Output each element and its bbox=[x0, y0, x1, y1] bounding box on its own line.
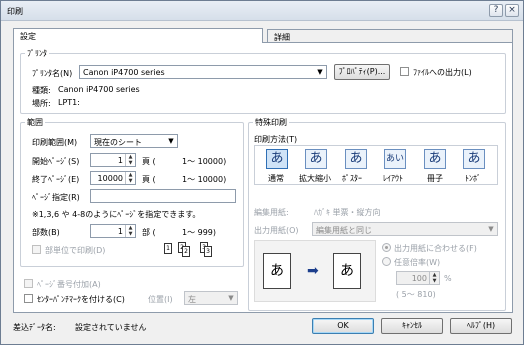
chevron-down-icon: ▼ bbox=[168, 137, 174, 145]
merge-data-value: 設定されていません bbox=[75, 323, 147, 332]
print-method-label: 印刷方法(T) bbox=[254, 135, 298, 144]
edit-paper-label: 編集用紙: bbox=[254, 208, 289, 217]
scale-value: 100 bbox=[411, 274, 427, 283]
end-page-stepper[interactable]: 10000 ▲ ▼ bbox=[90, 171, 136, 185]
mode-scale-label: 拡大縮小 bbox=[299, 174, 331, 183]
fit-paper-label: 出力用紙に合わせる(F) bbox=[394, 244, 477, 253]
printer-name-label: ﾌﾟﾘﾝﾀ名(N) bbox=[32, 69, 73, 78]
center-punch-checkbox[interactable] bbox=[24, 294, 33, 303]
title-bar: 印刷 ? × bbox=[1, 1, 523, 21]
print-range-select[interactable]: 現在のシート ▼ bbox=[90, 134, 178, 148]
page-spec-label: ﾍﾟｰｼﾞ指定(R) bbox=[32, 193, 80, 202]
printer-location-label: 場所: bbox=[32, 99, 51, 108]
print-dialog: 印刷 ? × 設定 詳細 ﾌﾟﾘﾝﾀ ﾌﾟﾘﾝﾀ名(N) Canon iP470… bbox=[0, 0, 524, 345]
start-page-value: 1 bbox=[117, 156, 123, 165]
preview-source-page: あ bbox=[263, 253, 291, 289]
file-output-checkbox[interactable] bbox=[400, 67, 409, 76]
end-page-unit: 頁 ( bbox=[142, 175, 156, 184]
help-icon[interactable]: ? bbox=[489, 4, 503, 17]
print-range-value: 現在のシート bbox=[94, 138, 142, 147]
start-page-unit: 頁 ( bbox=[142, 157, 156, 166]
spin-arrows-icon[interactable]: ▲ ▼ bbox=[125, 154, 135, 166]
start-page-stepper[interactable]: 1 ▲ ▼ bbox=[90, 153, 136, 167]
position-value: 左 bbox=[188, 295, 196, 304]
mode-normal-label: 通常 bbox=[268, 174, 284, 183]
window-title: 印刷 bbox=[7, 7, 23, 16]
printer-type-value: Canon iP4700 series bbox=[58, 85, 140, 94]
mode-trim-marks-icon: あ bbox=[463, 149, 485, 169]
merge-data-label: 差込ﾃﾞｰﾀ名: bbox=[13, 323, 56, 332]
mode-trim-marks-label: ﾄﾝﾎﾞ bbox=[465, 174, 481, 183]
arrow-right-icon: ➡ bbox=[307, 263, 319, 279]
position-label: 位置(I) bbox=[148, 295, 173, 304]
copies-value: 1 bbox=[117, 227, 123, 236]
output-paper-select[interactable]: 編集用紙と同じ ▼ bbox=[312, 222, 498, 236]
preview-output-page: あ bbox=[333, 253, 361, 289]
edit-paper-value: ﾊｶﾞｷ 単票・縦方向 bbox=[314, 208, 381, 217]
printer-group: ﾌﾟﾘﾝﾀ bbox=[20, 48, 506, 114]
print-method-selector bbox=[254, 145, 498, 185]
mode-poster-icon: あ bbox=[345, 149, 367, 169]
collate-page-3b: 3 bbox=[204, 246, 212, 257]
properties-button[interactable]: ﾌﾟﾛﾊﾟﾃｨ(P)... bbox=[334, 64, 390, 80]
end-page-limit: 1〜 10000) bbox=[182, 175, 227, 184]
spin-arrows-icon[interactable]: ▲ ▼ bbox=[429, 272, 439, 284]
center-punch-label: ｾﾝﾀｰﾊﾟﾝﾁﾏｰｸを付ける(C) bbox=[37, 295, 125, 304]
spin-arrows-icon[interactable]: ▲ ▼ bbox=[125, 172, 135, 184]
page-spec-note: ※1,3,6 や 4-8のようにﾍﾟｰｼﾞを指定できます。 bbox=[32, 210, 201, 219]
page-spec-input[interactable] bbox=[90, 189, 236, 203]
range-group-label: 範囲 bbox=[27, 118, 43, 127]
printer-type-label: 種類: bbox=[32, 86, 51, 95]
mode-booklet-label: 冊子 bbox=[427, 174, 443, 183]
end-page-value: 10000 bbox=[97, 174, 123, 183]
mode-layout-label: ﾚｲｱｳﾄ bbox=[383, 174, 403, 183]
fit-paper-radio[interactable] bbox=[382, 243, 391, 252]
close-icon[interactable]: × bbox=[505, 4, 519, 17]
scale-range: ( 5〜 810) bbox=[396, 290, 436, 299]
custom-scale-radio[interactable] bbox=[382, 257, 391, 266]
position-select[interactable]: 左 ▼ bbox=[184, 291, 238, 305]
mode-scale-icon: あ bbox=[305, 149, 327, 169]
cancel-button[interactable]: ｷｬﾝｾﾙ bbox=[381, 318, 443, 334]
collate-checkbox[interactable] bbox=[32, 245, 41, 254]
print-range-label: 印刷範囲(M) bbox=[32, 138, 78, 147]
chevron-down-icon: ▼ bbox=[317, 68, 323, 76]
copies-limit: 1〜 999) bbox=[182, 228, 217, 237]
page-number-label: ﾍﾟｰｼﾞ番号付加(A) bbox=[37, 280, 101, 289]
mode-poster-label: ﾎﾟｽﾀｰ bbox=[342, 174, 362, 183]
chevron-down-icon: ▼ bbox=[488, 225, 494, 233]
printer-group-label: ﾌﾟﾘﾝﾀ bbox=[27, 49, 47, 58]
chevron-down-icon: ▼ bbox=[228, 294, 234, 302]
output-paper-value: 編集用紙と同じ bbox=[316, 226, 372, 235]
collate-page-2b: 2 bbox=[182, 246, 190, 257]
page-number-checkbox[interactable] bbox=[24, 279, 33, 288]
tab-settings[interactable]: 設定 bbox=[13, 28, 263, 43]
custom-scale-label: 任意倍率(W) bbox=[394, 258, 441, 267]
scale-unit: % bbox=[444, 274, 452, 283]
copies-label: 部数(B) bbox=[32, 228, 60, 237]
copies-unit: 部 ( bbox=[142, 228, 156, 237]
printer-name-select[interactable]: Canon iP4700 series ▼ bbox=[79, 65, 327, 79]
scale-preview: あ ➡ あ bbox=[254, 240, 376, 302]
collate-label: 部単位で印刷(D) bbox=[45, 246, 106, 255]
file-output-label: ﾌｧｲﾙへの出力(L) bbox=[413, 68, 472, 77]
start-page-limit: 1〜 10000) bbox=[182, 157, 227, 166]
spin-arrows-icon[interactable]: ▲ ▼ bbox=[125, 225, 135, 237]
mode-normal-icon: あ bbox=[266, 149, 288, 169]
scale-stepper[interactable]: 100 ▲ ▼ bbox=[396, 271, 440, 285]
printer-name-value: Canon iP4700 series bbox=[83, 68, 165, 77]
mode-layout-icon: あい bbox=[384, 149, 406, 169]
printer-location-value: LPT1: bbox=[58, 98, 80, 107]
mode-booklet-icon: あ bbox=[424, 149, 446, 169]
special-print-group-label: 特殊印刷 bbox=[255, 118, 287, 127]
start-page-label: 開始ﾍﾟｰｼﾞ(S) bbox=[32, 157, 80, 166]
tab-details[interactable]: 詳細 bbox=[267, 29, 513, 43]
help-button[interactable]: ﾍﾙﾌﾟ(H) bbox=[450, 318, 512, 334]
end-page-label: 終了ﾍﾟｰｼﾞ(E) bbox=[32, 175, 80, 184]
settings-panel: ﾌﾟﾘﾝﾀ ﾌﾟﾘﾝﾀ名(N) Canon iP4700 series ▼ ﾌﾟ… bbox=[13, 42, 513, 313]
copies-stepper[interactable]: 1 ▲ ▼ bbox=[90, 224, 136, 238]
collate-page-1: 1 bbox=[164, 243, 172, 254]
ok-button[interactable]: OK bbox=[312, 318, 374, 334]
output-paper-label: 出力用紙(O) bbox=[254, 226, 299, 235]
